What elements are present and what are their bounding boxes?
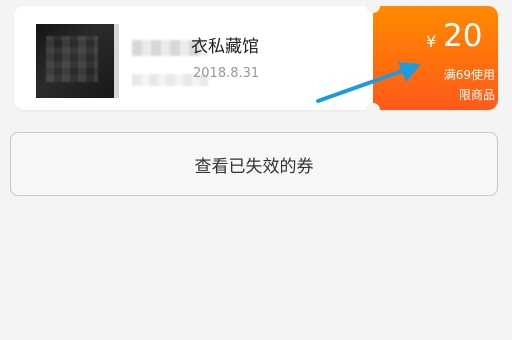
shop-thumbnail xyxy=(36,24,119,98)
shop-name: 衣私藏馆 xyxy=(191,37,259,57)
coupon-amount: 20 xyxy=(443,18,483,54)
coupon-scope: 限商品 xyxy=(458,88,495,102)
ticket-notch-bottom xyxy=(366,103,380,117)
coupon-condition: 满69使用 xyxy=(443,68,495,82)
view-expired-coupons-button[interactable]: 查看已失效的券 xyxy=(10,132,498,196)
expiry-date: 2018.8.31 xyxy=(193,66,260,81)
currency-symbol: ¥ xyxy=(426,32,437,51)
